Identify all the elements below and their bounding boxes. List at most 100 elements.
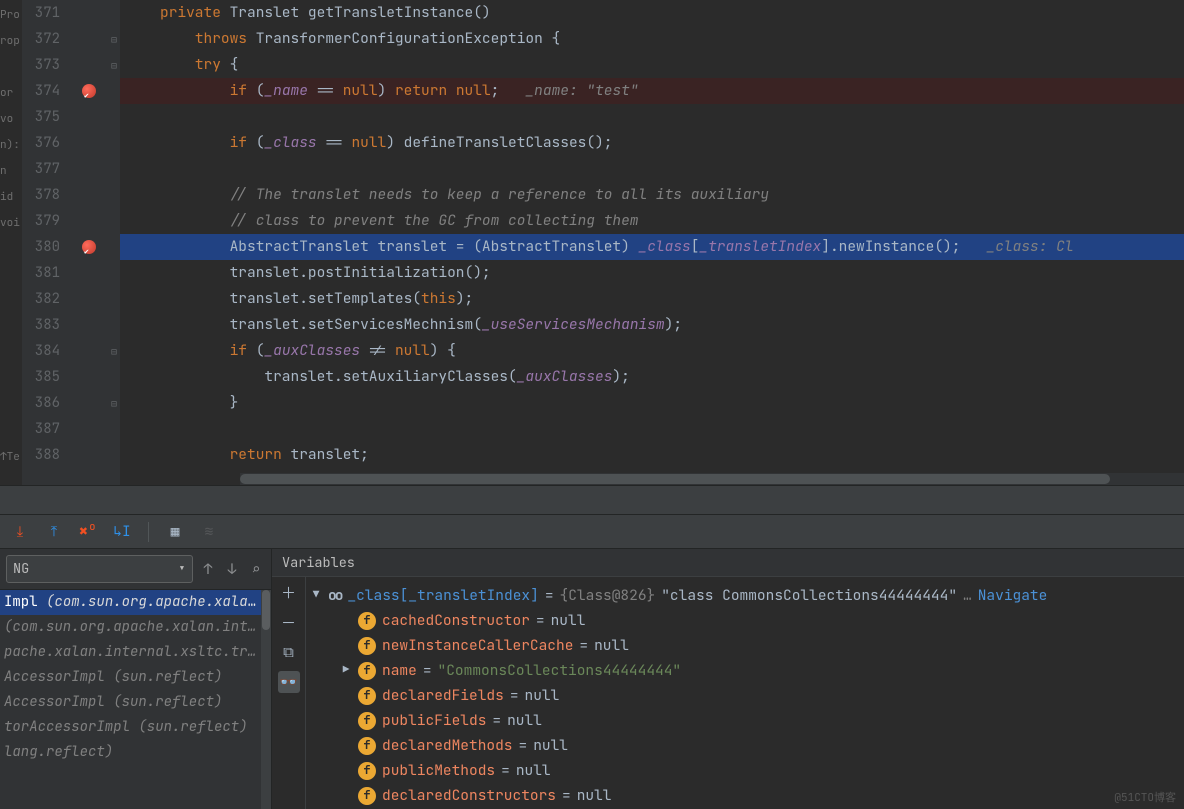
- frame-row[interactable]: AccessorImpl (sun.reflect): [0, 690, 261, 715]
- evaluate-expression-icon[interactable]: ▦: [165, 522, 185, 542]
- debug-toolbar: ⤓ ⤒ ✖⁰ ↳I ▦ ≋: [0, 515, 1184, 549]
- caret-down-icon[interactable]: ▼: [310, 583, 322, 608]
- variables-pane: Variables ＋ － ⧉ 👓 ▼ oo _class[_transletI…: [272, 549, 1184, 809]
- caret-right-icon[interactable]: ▶: [340, 658, 352, 683]
- frame-row[interactable]: pache.xalan.internal.xsltc.trax): [0, 640, 261, 665]
- breakpoint-icon[interactable]: [82, 84, 96, 98]
- line-number[interactable]: 383: [22, 312, 60, 338]
- line-number[interactable]: 388: [22, 442, 60, 468]
- code-line[interactable]: translet.postInitialization();: [120, 260, 1184, 286]
- frame-row[interactable]: AccessorImpl (sun.reflect): [0, 665, 261, 690]
- line-number[interactable]: 374: [22, 78, 60, 104]
- line-number[interactable]: 379: [22, 208, 60, 234]
- code-line-current-execution[interactable]: AbstractTranslet translet = (AbstractTra…: [120, 234, 1184, 260]
- line-number[interactable]: 384: [22, 338, 60, 364]
- filter-icon[interactable]: ⌕: [247, 560, 265, 579]
- prev-frame-icon[interactable]: ↑: [199, 560, 217, 579]
- variable-name: _class[_transletIndex]: [347, 583, 538, 608]
- code-line[interactable]: if (_class == null) defineTransletClasse…: [120, 130, 1184, 156]
- remove-watch-icon[interactable]: －: [278, 611, 300, 633]
- trace-icon[interactable]: ≋: [199, 522, 219, 542]
- code-line[interactable]: if (_auxClasses != null) {: [120, 338, 1184, 364]
- variable-field-row[interactable]: fnewInstanceCallerCache = null: [310, 633, 1180, 658]
- field-icon: f: [358, 687, 376, 705]
- code-line[interactable]: translet.setAuxiliaryClasses(_auxClasses…: [120, 364, 1184, 390]
- glasses-icon[interactable]: 👓: [278, 671, 300, 693]
- thread-selector[interactable]: NG ▾: [6, 555, 193, 583]
- next-frame-icon[interactable]: ↓: [223, 560, 241, 579]
- variable-field-row[interactable]: fcachedConstructor = null: [310, 608, 1180, 633]
- line-number[interactable]: 387: [22, 416, 60, 442]
- frame-row[interactable]: torAccessorImpl (sun.reflect): [0, 715, 261, 740]
- line-number[interactable]: 382: [22, 286, 60, 312]
- mute-breakpoints-icon[interactable]: ✖⁰: [78, 522, 98, 542]
- variable-row[interactable]: ▼ oo _class[_transletIndex] = {Class@826…: [310, 583, 1180, 608]
- breakpoint-gutter[interactable]: [70, 0, 108, 485]
- field-value: null: [551, 608, 586, 633]
- line-number[interactable]: 378: [22, 182, 60, 208]
- code-line[interactable]: throws TransformerConfigurationException…: [120, 26, 1184, 52]
- step-out-icon[interactable]: ⤒: [44, 522, 64, 542]
- code-line[interactable]: translet.setServicesMechnism(_useService…: [120, 312, 1184, 338]
- watermark: @51CTO博客: [1114, 789, 1176, 805]
- horizontal-scrollbar[interactable]: [240, 473, 1184, 485]
- line-number[interactable]: 377: [22, 156, 60, 182]
- scrollbar-thumb[interactable]: [240, 474, 1110, 484]
- breakpoint-icon[interactable]: [82, 240, 96, 254]
- line-number[interactable]: 373: [22, 52, 60, 78]
- scrollbar-thumb[interactable]: [262, 590, 270, 630]
- fold-gutter[interactable]: ⊟⊟⊟⊟: [108, 0, 120, 485]
- variable-field-row[interactable]: fdeclaredFields = null: [310, 683, 1180, 708]
- field-icon: f: [358, 612, 376, 630]
- frames-list[interactable]: Impl (com.sun.org.apache.xalan.int (com.…: [0, 590, 261, 809]
- code-line[interactable]: return translet;: [120, 442, 1184, 468]
- field-name: newInstanceCallerCache: [382, 633, 573, 658]
- variable-field-row[interactable]: fpublicFields = null: [310, 708, 1180, 733]
- run-to-cursor-icon[interactable]: ↳I: [112, 522, 132, 542]
- line-number[interactable]: 381: [22, 260, 60, 286]
- field-name: publicFields: [382, 708, 486, 733]
- debug-body: NG ▾ ↑ ↓ ⌕ Impl (com.sun.org.apache.xala…: [0, 549, 1184, 809]
- variable-field-row[interactable]: fdeclaredConstructors = null: [310, 783, 1180, 808]
- field-icon: f: [358, 762, 376, 780]
- navigate-link[interactable]: Navigate: [978, 583, 1048, 608]
- frames-scrollbar[interactable]: [261, 590, 271, 809]
- frame-row[interactable]: Impl (com.sun.org.apache.xalan.int: [0, 590, 261, 615]
- step-over-icon[interactable]: ⤓: [10, 522, 30, 542]
- line-number[interactable]: 375: [22, 104, 60, 130]
- variables-tree[interactable]: ▼ oo _class[_transletIndex] = {Class@826…: [306, 577, 1184, 809]
- code-line[interactable]: }: [120, 390, 1184, 416]
- line-number[interactable]: 376: [22, 130, 60, 156]
- add-watch-icon[interactable]: ＋: [278, 581, 300, 603]
- code-line[interactable]: if (_name == null) return null; _name: "…: [120, 78, 1184, 104]
- field-icon: f: [358, 637, 376, 655]
- frame-row[interactable]: lang.reflect): [0, 740, 261, 765]
- variable-field-row[interactable]: fpublicMethods = null: [310, 758, 1180, 783]
- variables-toolbar: ＋ － ⧉ 👓: [272, 577, 306, 809]
- line-number[interactable]: 385: [22, 364, 60, 390]
- line-number[interactable]: 380: [22, 234, 60, 260]
- code-line[interactable]: private Translet getTransletInstance(): [120, 0, 1184, 26]
- line-number[interactable]: 371: [22, 0, 60, 26]
- copy-icon[interactable]: ⧉: [278, 641, 300, 663]
- line-number-gutter[interactable]: 371 372 373 374 375 376 377 378 379 380 …: [22, 0, 70, 485]
- field-name: name: [382, 658, 417, 683]
- code-line[interactable]: [120, 156, 1184, 182]
- code-line[interactable]: [120, 416, 1184, 442]
- line-number[interactable]: 386: [22, 390, 60, 416]
- code-line[interactable]: try {: [120, 52, 1184, 78]
- line-number[interactable]: 372: [22, 26, 60, 52]
- thread-name: NG: [13, 560, 29, 578]
- separator: [148, 522, 149, 542]
- code-line[interactable]: // The translet needs to keep a referenc…: [120, 182, 1184, 208]
- frame-row[interactable]: (com.sun.org.apache.xalan.interna: [0, 615, 261, 640]
- variable-field-row[interactable]: fdeclaredMethods = null: [310, 733, 1180, 758]
- field-icon: f: [358, 787, 376, 805]
- code-line[interactable]: // class to prevent the GC from collecti…: [120, 208, 1184, 234]
- code-line[interactable]: [120, 104, 1184, 130]
- code-line[interactable]: translet.setTemplates(this);: [120, 286, 1184, 312]
- variable-field-row[interactable]: ▶fname = "CommonsCollections44444444": [310, 658, 1180, 683]
- code-editor[interactable]: private Translet getTransletInstance() t…: [120, 0, 1184, 485]
- toolwindow-divider[interactable]: [0, 485, 1184, 515]
- variables-header: Variables: [272, 549, 1184, 577]
